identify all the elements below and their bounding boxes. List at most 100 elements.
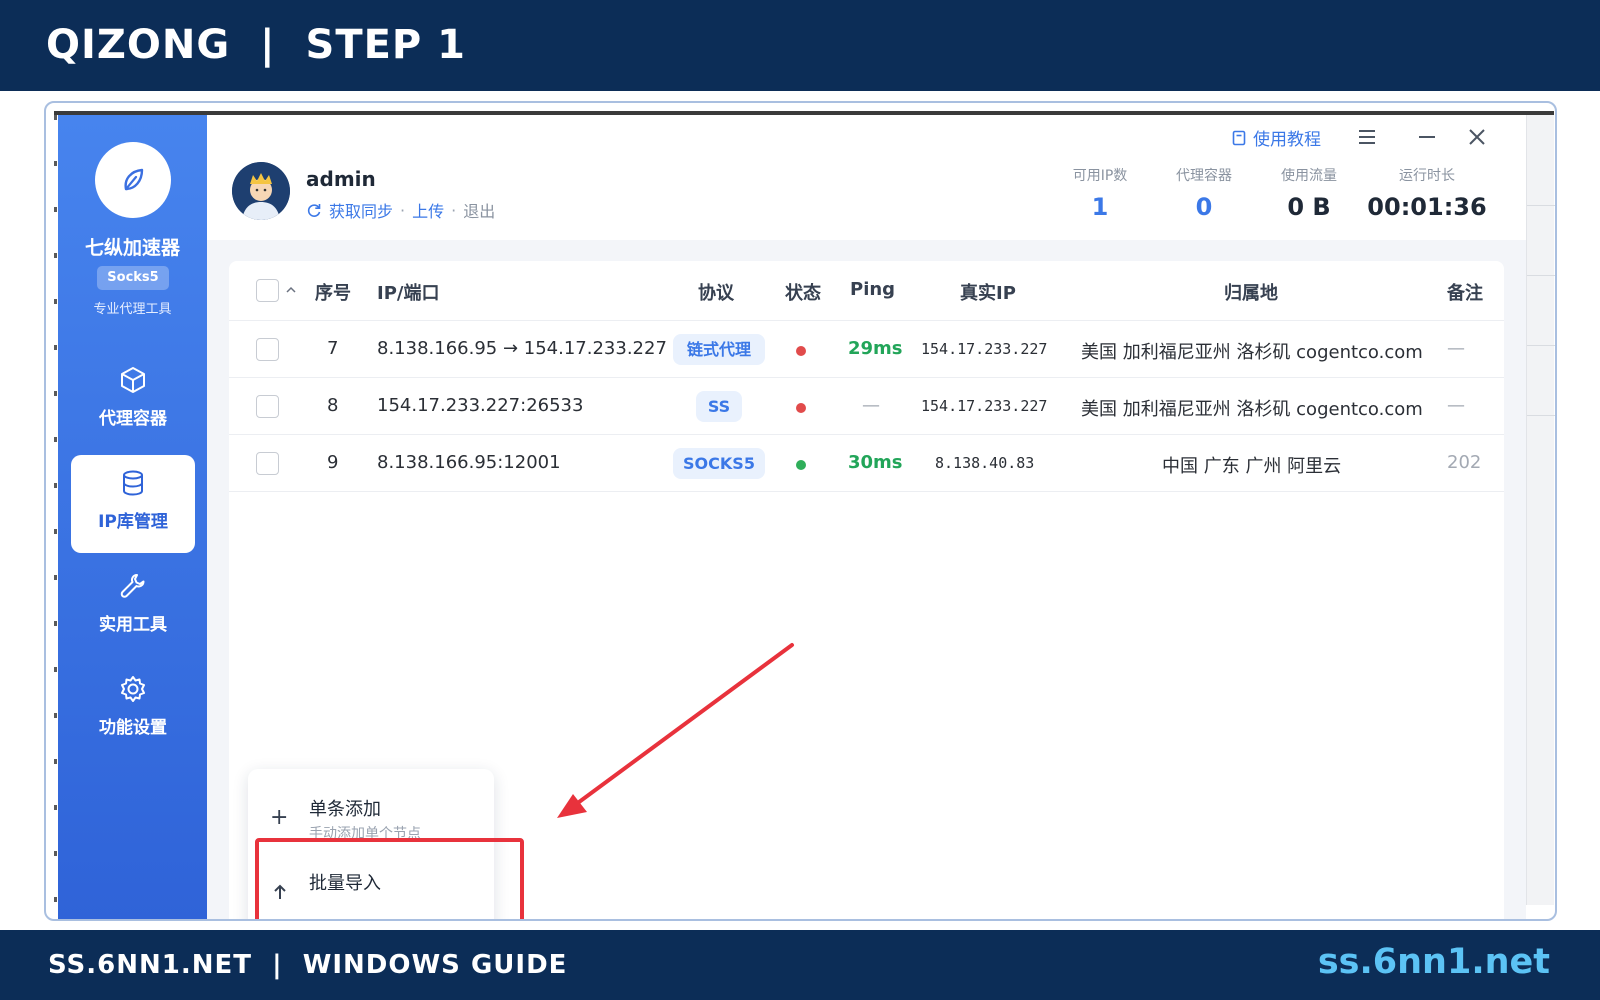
app-window: 七纵加速器 Socks5 专业代理工具 代理容器 IP库管理 实用工具 功能设置… bbox=[58, 115, 1526, 919]
column-header-index: 序号 bbox=[315, 283, 351, 304]
status-dot-offline bbox=[796, 346, 806, 356]
row-checkbox[interactable] bbox=[256, 338, 279, 361]
wrench-icon bbox=[120, 574, 145, 598]
stat-value: 1 bbox=[1091, 193, 1109, 221]
row-ping: 30ms bbox=[848, 452, 903, 473]
stat-available-ip: 可用IP数 1 bbox=[1045, 165, 1155, 221]
sidebar: 七纵加速器 Socks5 专业代理工具 代理容器 IP库管理 实用工具 功能设置 bbox=[58, 115, 207, 919]
stat-value: 0 bbox=[1195, 193, 1213, 221]
user-actions: 获取同步 · 上传 · 退出 bbox=[306, 198, 495, 222]
sync-link[interactable]: 获取同步 bbox=[329, 198, 393, 222]
menu-item-title: 单条添加 bbox=[309, 799, 381, 820]
stat-label: 使用流量 bbox=[1281, 168, 1337, 184]
row-ping: 29ms bbox=[848, 338, 903, 359]
table-header: 序号 IP/端口 协议 状态 Ping 真实IP 归属地 备注 bbox=[229, 261, 1504, 321]
chevron-up-icon[interactable] bbox=[285, 285, 297, 295]
sidebar-item-tools[interactable]: 实用工具 bbox=[71, 558, 195, 656]
row-real-ip: 154.17.233.227 bbox=[921, 340, 1048, 358]
avatar[interactable] bbox=[232, 162, 290, 220]
protocol-badge: 链式代理 bbox=[673, 334, 765, 365]
app-subtitle: 专业代理工具 bbox=[93, 302, 172, 317]
protocol-badge: SOCKS5 bbox=[673, 448, 765, 479]
status-dot-online bbox=[796, 460, 806, 470]
row-note: — bbox=[1447, 338, 1465, 359]
gear-icon bbox=[121, 676, 145, 702]
table-row[interactable]: 9 8.138.166.95:12001 SOCKS5 30ms 8.138.4… bbox=[229, 435, 1504, 492]
background-window-strip bbox=[54, 115, 57, 905]
table-row[interactable]: 8 154.17.233.227:26533 SS — 154.17.233.2… bbox=[229, 378, 1504, 435]
book-icon bbox=[1232, 130, 1246, 145]
row-real-ip: 154.17.233.227 bbox=[921, 397, 1048, 415]
stat-label: 可用IP数 bbox=[1072, 168, 1128, 184]
stat-value: 0 B bbox=[1287, 193, 1331, 221]
column-header-status: 状态 bbox=[785, 283, 821, 304]
main-content: 使用教程 admin 获取同步 · 上传 · 退出 可用IP数 1 代理容器 0… bbox=[207, 115, 1526, 919]
column-header-real-ip: 真实IP bbox=[960, 283, 1016, 304]
app-name: 七纵加速器 bbox=[84, 237, 180, 259]
column-header-location: 归属地 bbox=[1224, 283, 1278, 304]
footer-left-text: SS.6NN1.NET | WINDOWS GUIDE bbox=[48, 950, 568, 980]
stat-label: 代理容器 bbox=[1176, 168, 1232, 184]
sidebar-item-label: 实用工具 bbox=[99, 615, 167, 635]
row-ip: 8.138.166.95 → 154.17.233.227 bbox=[377, 338, 667, 359]
column-header-note: 备注 bbox=[1447, 283, 1483, 304]
logout-link[interactable]: 退出 bbox=[463, 198, 495, 222]
stat-label: 运行时长 bbox=[1399, 168, 1455, 184]
row-ip: 154.17.233.227:26533 bbox=[377, 395, 584, 416]
row-ping: — bbox=[862, 395, 880, 416]
leaf-icon bbox=[124, 168, 144, 191]
footer-link[interactable]: ss.6nn1.net bbox=[1318, 942, 1550, 982]
database-icon bbox=[123, 470, 143, 496]
protocol-badge: SS bbox=[696, 391, 742, 422]
row-index: 8 bbox=[327, 395, 339, 416]
table-row[interactable]: 7 8.138.166.95 → 154.17.233.227 链式代理 29m… bbox=[229, 321, 1504, 378]
row-location: 中国 广东 广州 阿里云 bbox=[1162, 456, 1342, 477]
row-location: 美国 加利福尼亚州 洛杉矶 cogentco.com bbox=[1081, 399, 1423, 420]
minimize-icon[interactable] bbox=[1412, 123, 1442, 151]
status-dot-offline bbox=[796, 403, 806, 413]
username: admin bbox=[306, 167, 376, 191]
user-avatar-icon bbox=[232, 162, 290, 220]
sidebar-item-ip-library[interactable]: IP库管理 bbox=[71, 455, 195, 553]
highlight-box bbox=[255, 838, 524, 919]
separator: · bbox=[400, 200, 406, 220]
cube-icon bbox=[121, 367, 145, 393]
banner-title: QIZONG | STEP 1 bbox=[46, 22, 467, 68]
stat-proxy-container: 代理容器 0 bbox=[1149, 165, 1259, 221]
row-note: 202 bbox=[1447, 452, 1482, 473]
sidebar-item-settings[interactable]: 功能设置 bbox=[71, 661, 195, 759]
footer-banner: SS.6NN1.NET | WINDOWS GUIDE ss.6nn1.net bbox=[0, 930, 1600, 1000]
separator: · bbox=[451, 200, 457, 220]
row-real-ip: 8.138.40.83 bbox=[935, 454, 1035, 472]
select-all-checkbox[interactable] bbox=[256, 279, 279, 302]
row-ip: 8.138.166.95:12001 bbox=[377, 452, 561, 473]
stat-runtime: 运行时长 00:01:36 bbox=[1357, 165, 1497, 221]
refresh-icon bbox=[307, 204, 321, 217]
row-index: 7 bbox=[327, 338, 339, 359]
background-window-panel bbox=[1526, 115, 1555, 905]
sidebar-item-proxy-container[interactable]: 代理容器 bbox=[71, 352, 195, 450]
row-note: — bbox=[1447, 395, 1465, 416]
row-checkbox[interactable] bbox=[256, 452, 279, 475]
row-location: 美国 加利福尼亚州 洛杉矶 cogentco.com bbox=[1081, 342, 1423, 363]
plus-icon: + bbox=[270, 805, 289, 830]
stat-value: 00:01:36 bbox=[1367, 193, 1487, 221]
column-header-ping: Ping bbox=[850, 279, 896, 300]
app-logo bbox=[95, 142, 171, 218]
close-icon[interactable] bbox=[1462, 123, 1492, 151]
header-bar: 使用教程 admin 获取同步 · 上传 · 退出 可用IP数 1 代理容器 0… bbox=[207, 115, 1526, 240]
top-banner: QIZONG | STEP 1 bbox=[0, 0, 1600, 91]
column-header-ip: IP/端口 bbox=[377, 283, 440, 304]
column-header-protocol: 协议 bbox=[698, 283, 734, 304]
tutorial-label: 使用教程 bbox=[1253, 130, 1321, 150]
upload-link[interactable]: 上传 bbox=[412, 198, 444, 222]
screenshot-frame: 七纵加速器 Socks5 专业代理工具 代理容器 IP库管理 实用工具 功能设置… bbox=[44, 101, 1557, 921]
row-checkbox[interactable] bbox=[256, 395, 279, 418]
sidebar-item-label: 功能设置 bbox=[99, 718, 167, 738]
sidebar-item-label: 代理容器 bbox=[99, 409, 167, 429]
tutorial-link[interactable]: 使用教程 bbox=[1231, 125, 1321, 150]
row-index: 9 bbox=[327, 452, 339, 473]
app-badge: Socks5 bbox=[97, 266, 169, 290]
stat-traffic: 使用流量 0 B bbox=[1254, 165, 1364, 221]
menu-icon[interactable] bbox=[1352, 123, 1382, 151]
